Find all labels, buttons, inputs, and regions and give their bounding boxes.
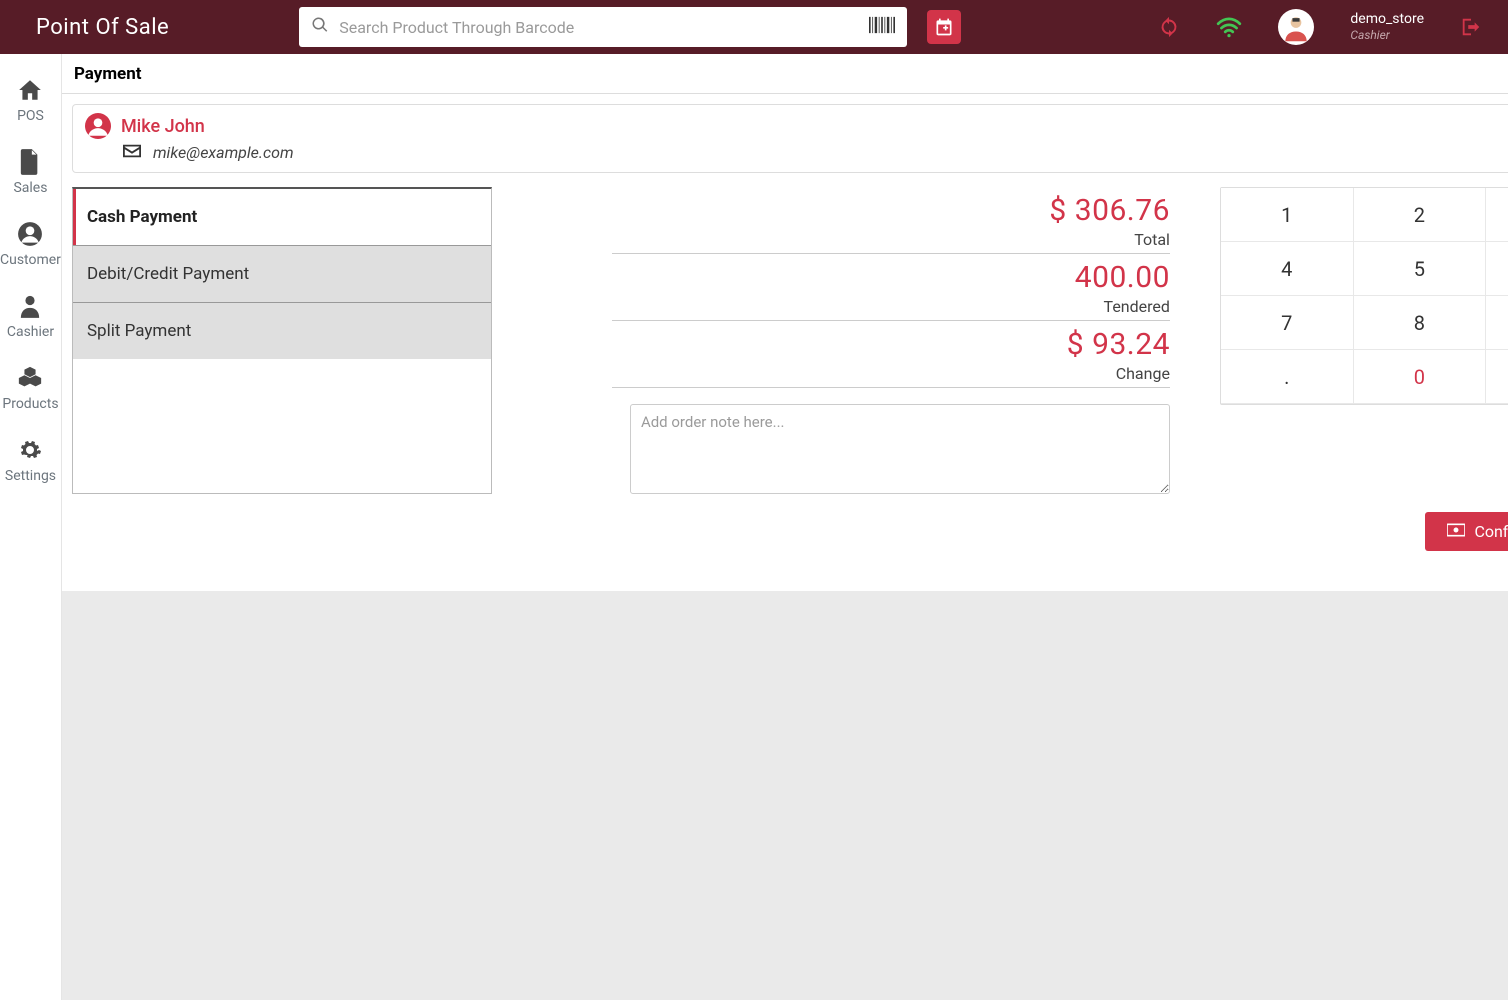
order-note-textarea[interactable] [630,404,1170,494]
change-value: 93.24 [1092,327,1170,362]
sidebar-item-cashier[interactable]: Cashier [0,282,61,354]
boxes-icon [17,364,43,392]
currency-symbol: $ [1067,327,1084,362]
user-icon [19,292,41,320]
keypad-3[interactable]: 3 [1486,188,1508,242]
keypad-8[interactable]: 8 [1354,296,1487,350]
calendar-add-button[interactable] [927,10,961,44]
total-value: 306.76 [1075,193,1170,228]
search-icon [311,16,329,39]
app-header: Point Of Sale [0,0,1508,54]
sidebar-item-pos[interactable]: POS [0,66,61,138]
amount-total-row: $ 306.76 Total [612,187,1170,254]
currency-symbol: $ [1049,193,1066,228]
sidebar-item-label: Settings [5,468,56,484]
keypad-4[interactable]: 4 [1221,242,1354,296]
sidebar-item-label: Cashier [7,324,54,340]
sidebar-item-label: Customer [0,252,61,268]
payment-method-list: Cash Payment Debit/Credit Payment Split … [72,187,492,494]
empty-area [62,591,1508,1000]
payment-method-debit-credit[interactable]: Debit/Credit Payment [73,245,491,302]
header-right: demo_store Cashier [1158,9,1508,45]
keypad-2[interactable]: 2 [1354,188,1487,242]
confirm-payment-label: Confirm Payment [1475,522,1508,541]
payment-method-cash[interactable]: Cash Payment [73,189,491,245]
user-role: Cashier [1350,28,1424,42]
search-bar[interactable] [299,7,907,47]
amount-tendered-row[interactable]: 400.00 Tendered [612,254,1170,321]
payment-method-split[interactable]: Split Payment [73,302,491,359]
sidebar: POS Sales Customer Cashier Products Sett… [0,54,62,1000]
customer-name: Mike John [121,116,205,137]
sidebar-item-label: Products [2,396,58,412]
search-input[interactable] [339,18,869,37]
app-title: Point Of Sale [36,15,169,40]
home-icon [17,76,43,104]
tendered-label: Tendered [612,297,1170,316]
user-circle-icon [17,220,43,248]
sidebar-item-label: POS [17,108,44,124]
sidebar-item-label: Sales [13,180,47,196]
tendered-value: 400.00 [1075,260,1170,295]
money-icon [1447,522,1465,541]
logout-icon[interactable] [1460,16,1482,38]
user-block[interactable]: demo_store Cashier [1350,11,1424,42]
barcode-icon[interactable] [869,14,895,41]
file-icon [19,148,41,176]
page-header: Payment [62,54,1508,94]
keypad-9[interactable]: 9 [1486,296,1508,350]
amounts-panel: $ 306.76 Total 400.00 Tendered $ 93.24 C… [492,187,1220,494]
numeric-keypad: 1 2 3 4 5 6 7 8 9 . 0 C [1220,187,1508,405]
page-title: Payment [74,64,142,84]
avatar[interactable] [1278,9,1314,45]
keypad-7[interactable]: 7 [1221,296,1354,350]
confirm-payment-button[interactable]: Confirm Payment [1425,512,1508,551]
customer-card: Mike John mike@example.com [72,104,1508,173]
keypad-0[interactable]: 0 [1354,350,1487,404]
gear-icon [18,436,42,464]
sidebar-item-sales[interactable]: Sales [0,138,61,210]
sidebar-item-products[interactable]: Products [0,354,61,426]
change-label: Change [612,364,1170,383]
customer-avatar-icon [85,113,111,139]
email-icon [123,143,141,162]
keypad-dot[interactable]: . [1221,350,1354,404]
keypad-1[interactable]: 1 [1221,188,1354,242]
keypad-clear[interactable]: C [1486,350,1508,404]
sync-icon[interactable] [1158,16,1180,38]
amount-change-row: $ 93.24 Change [612,321,1170,388]
customer-email: mike@example.com [153,143,294,162]
wifi-icon [1216,16,1242,38]
total-label: Total [612,230,1170,249]
main-content: Payment Mike John mike@example.com [62,54,1508,1000]
keypad-6[interactable]: 6 [1486,242,1508,296]
sidebar-item-customer[interactable]: Customer [0,210,61,282]
user-name: demo_store [1350,11,1424,28]
sidebar-item-settings[interactable]: Settings [0,426,61,498]
keypad-5[interactable]: 5 [1354,242,1487,296]
